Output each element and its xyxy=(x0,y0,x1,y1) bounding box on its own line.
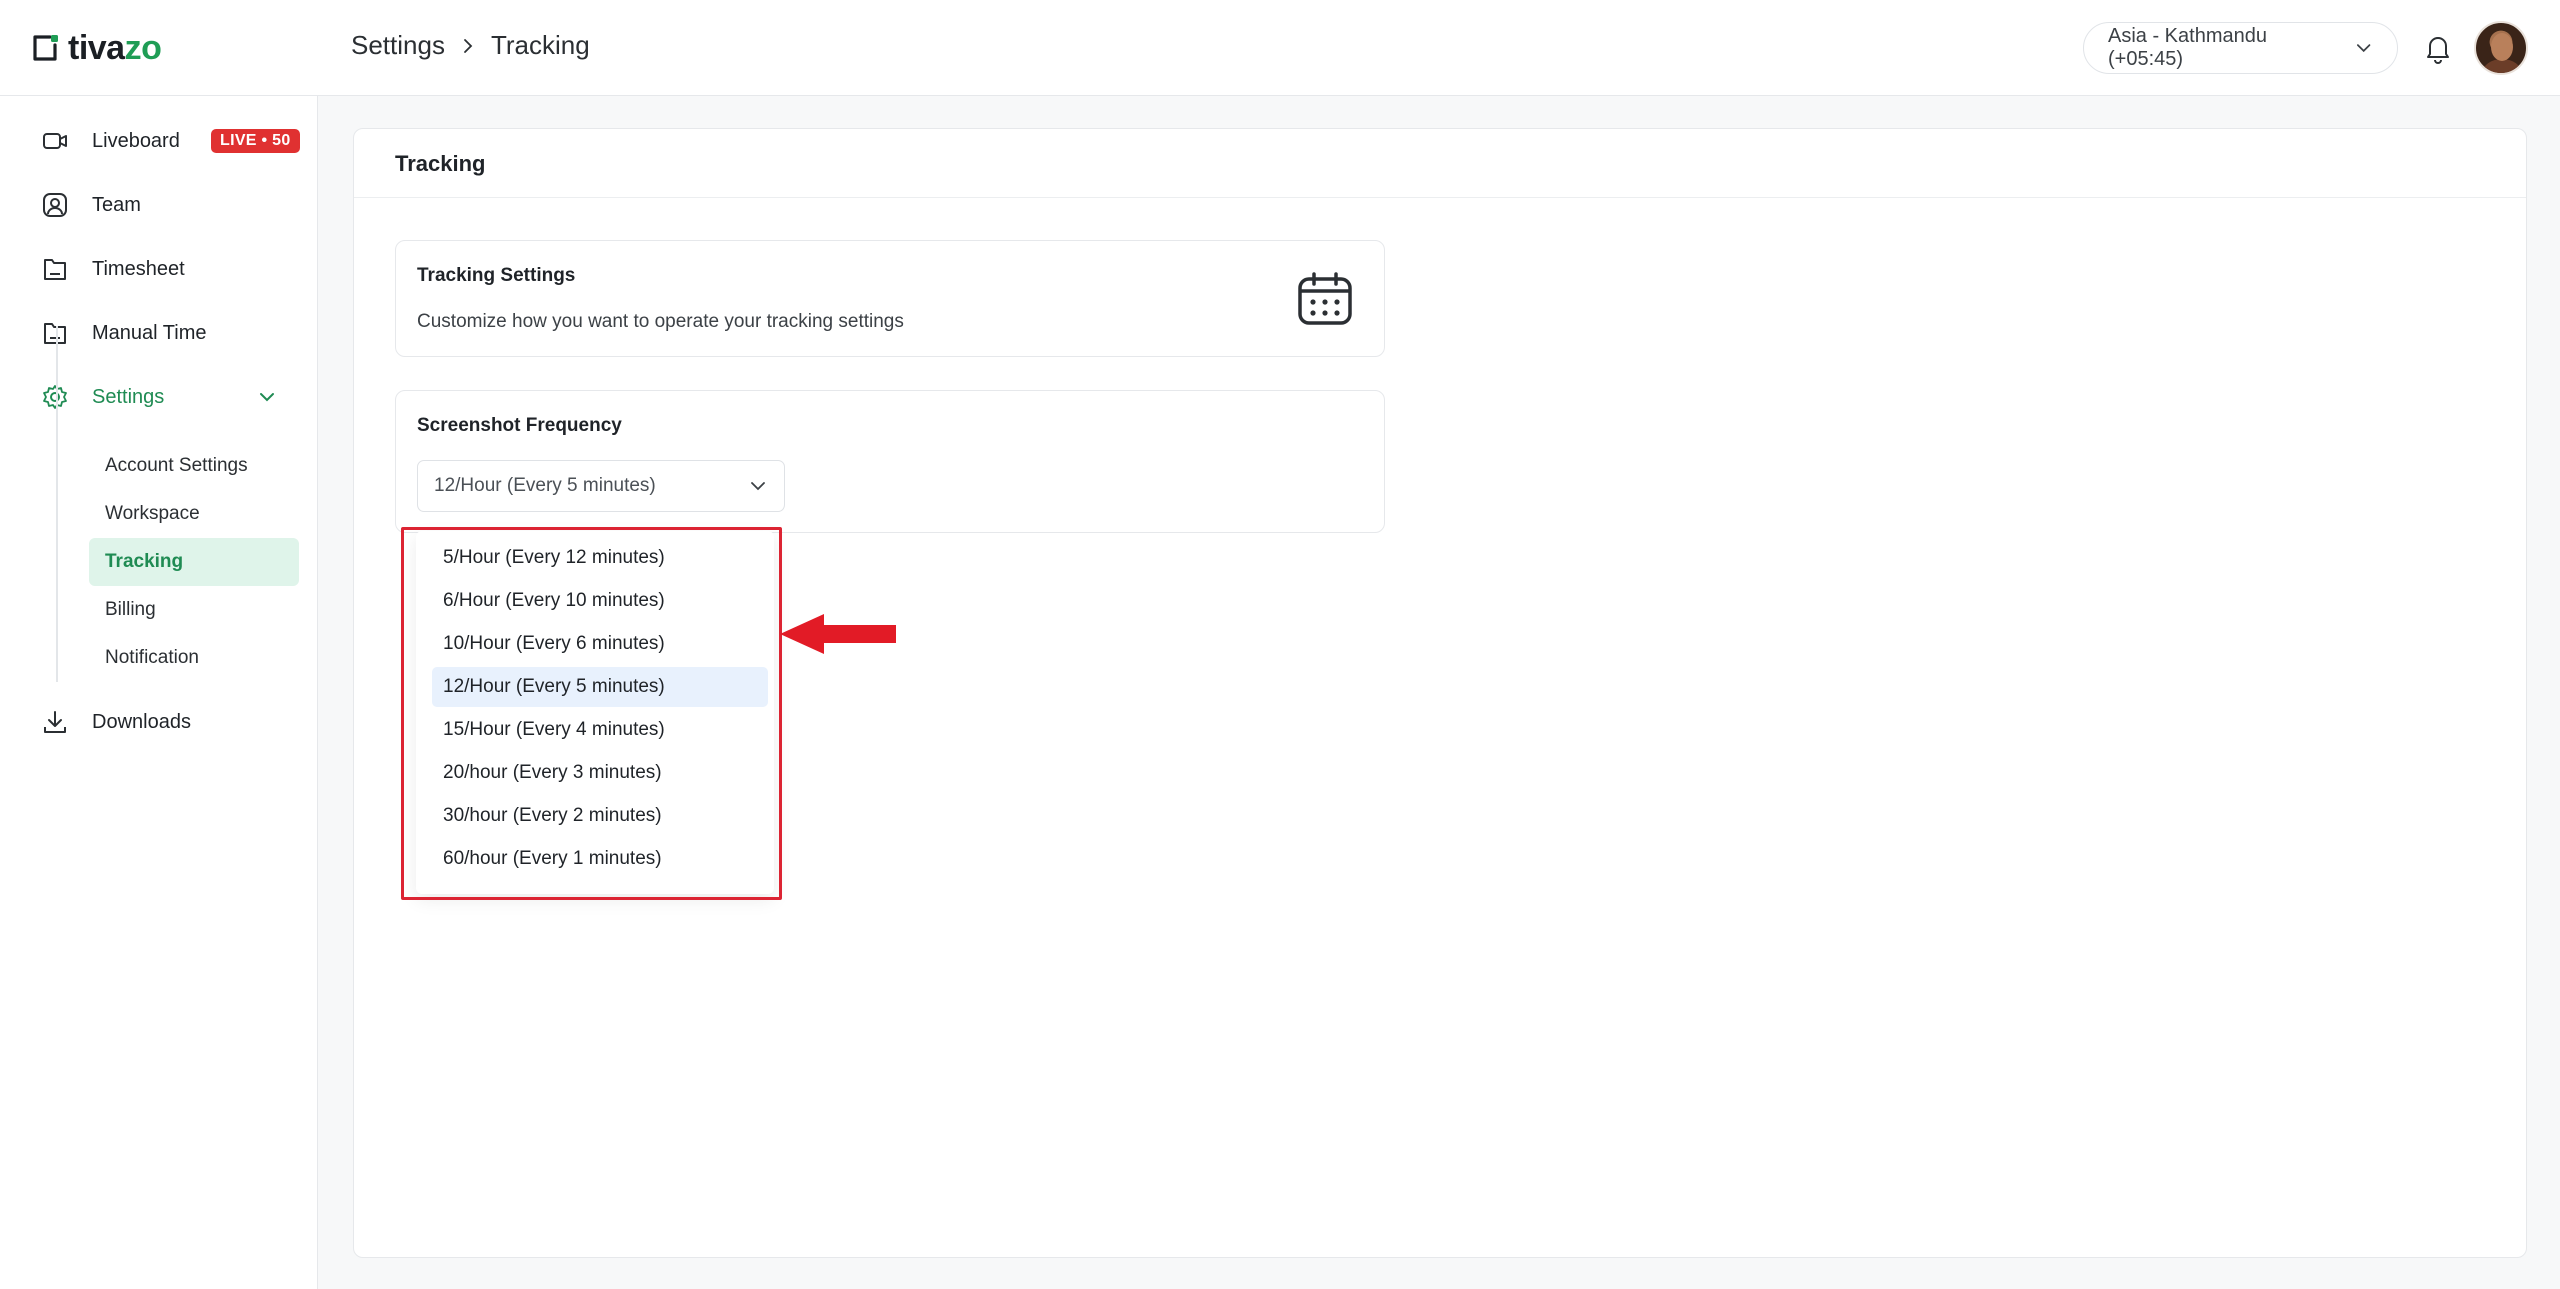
folder-icon xyxy=(40,318,70,348)
folder-icon xyxy=(40,254,70,284)
sidebar-item-liveboard[interactable]: Liveboard xyxy=(40,121,180,161)
dropdown-option[interactable]: 20/hour (Every 3 minutes) xyxy=(432,753,768,793)
card-description: Customize how you want to operate your t… xyxy=(417,311,904,332)
dropdown-option[interactable]: 15/Hour (Every 4 minutes) xyxy=(432,710,768,750)
arrow-left-icon xyxy=(780,614,896,654)
camera-icon xyxy=(40,126,70,156)
chevron-down-icon xyxy=(751,482,765,491)
sidebar-item-label: Liveboard xyxy=(92,129,180,152)
bell-icon[interactable] xyxy=(2420,30,2456,66)
logo-icon xyxy=(33,35,58,61)
sidebar-item-settings[interactable]: Settings xyxy=(40,377,164,417)
sidebar-item-label: Downloads xyxy=(92,710,191,733)
chevron-down-icon[interactable] xyxy=(256,386,278,408)
calendar-icon xyxy=(1298,272,1352,325)
dropdown-option-selected[interactable]: 12/Hour (Every 5 minutes) xyxy=(432,667,768,707)
frequency-dropdown: 5/Hour (Every 12 minutes) 6/Hour (Every … xyxy=(416,531,774,894)
user-square-icon xyxy=(40,190,70,220)
page-title: Tracking xyxy=(395,151,486,176)
card-title: Tracking Settings xyxy=(417,265,576,286)
sidebar-item-label: Team xyxy=(92,193,141,216)
breadcrumb: Settings Tracking xyxy=(351,30,590,61)
dropdown-option[interactable]: 5/Hour (Every 12 minutes) xyxy=(432,538,768,578)
submenu-rail xyxy=(56,326,58,682)
sidebar-item-label: Timesheet xyxy=(92,257,185,280)
sidebar-subitem-account-settings[interactable]: Account Settings xyxy=(89,442,299,490)
divider xyxy=(354,197,2526,198)
gear-icon xyxy=(40,382,70,412)
sidebar-subitem-workspace[interactable]: Workspace xyxy=(89,490,299,538)
sidebar-subitem-tracking[interactable]: Tracking xyxy=(89,538,299,586)
sidebar-subitem-notification[interactable]: Notification xyxy=(89,634,299,682)
logo[interactable]: tivazo xyxy=(30,28,162,68)
top-bar: tivazo Settings Tracking Asia - Kathmand… xyxy=(0,0,2560,96)
timezone-label: Asia - Kathmandu (+05:45) xyxy=(2108,25,2267,70)
sidebar-item-downloads[interactable]: Downloads xyxy=(40,702,191,742)
chevron-down-icon xyxy=(2356,44,2371,53)
dropdown-option[interactable]: 30/hour (Every 2 minutes) xyxy=(432,796,768,836)
sidebar-item-label: Settings xyxy=(92,385,165,408)
dropdown-option[interactable]: 6/Hour (Every 10 minutes) xyxy=(432,581,768,621)
breadcrumb-tracking: Tracking xyxy=(490,30,590,60)
logo-text: tivazo xyxy=(68,28,162,67)
frequency-select-value: 12/Hour (Every 5 minutes) xyxy=(434,475,656,496)
avatar[interactable] xyxy=(2474,21,2528,75)
dropdown-option[interactable]: 60/hour (Every 1 minutes) xyxy=(432,839,768,879)
download-icon xyxy=(40,707,70,737)
chevron-right-icon xyxy=(464,38,473,53)
sidebar-item-team[interactable]: Team xyxy=(40,185,141,225)
sidebar-subitem-billing[interactable]: Billing xyxy=(89,586,299,634)
card-title: Screenshot Frequency xyxy=(417,415,622,436)
sidebar-item-manual-time[interactable]: Manual Time xyxy=(40,313,207,353)
tracking-settings-card: Tracking Settings Customize how you want… xyxy=(395,240,1385,357)
screenshot-frequency-card: Screenshot Frequency 12/Hour (Every 5 mi… xyxy=(395,390,1385,533)
timezone-select[interactable]: Asia - Kathmandu (+05:45) xyxy=(2083,22,2398,74)
dropdown-option[interactable]: 10/Hour (Every 6 minutes) xyxy=(432,624,768,664)
sidebar-item-label: Manual Time xyxy=(92,321,207,344)
frequency-select[interactable]: 12/Hour (Every 5 minutes) xyxy=(417,460,785,512)
sidebar-item-timesheet[interactable]: Timesheet xyxy=(40,249,185,289)
breadcrumb-settings[interactable]: Settings xyxy=(351,30,445,61)
live-badge: LIVE • 50 xyxy=(211,129,300,153)
